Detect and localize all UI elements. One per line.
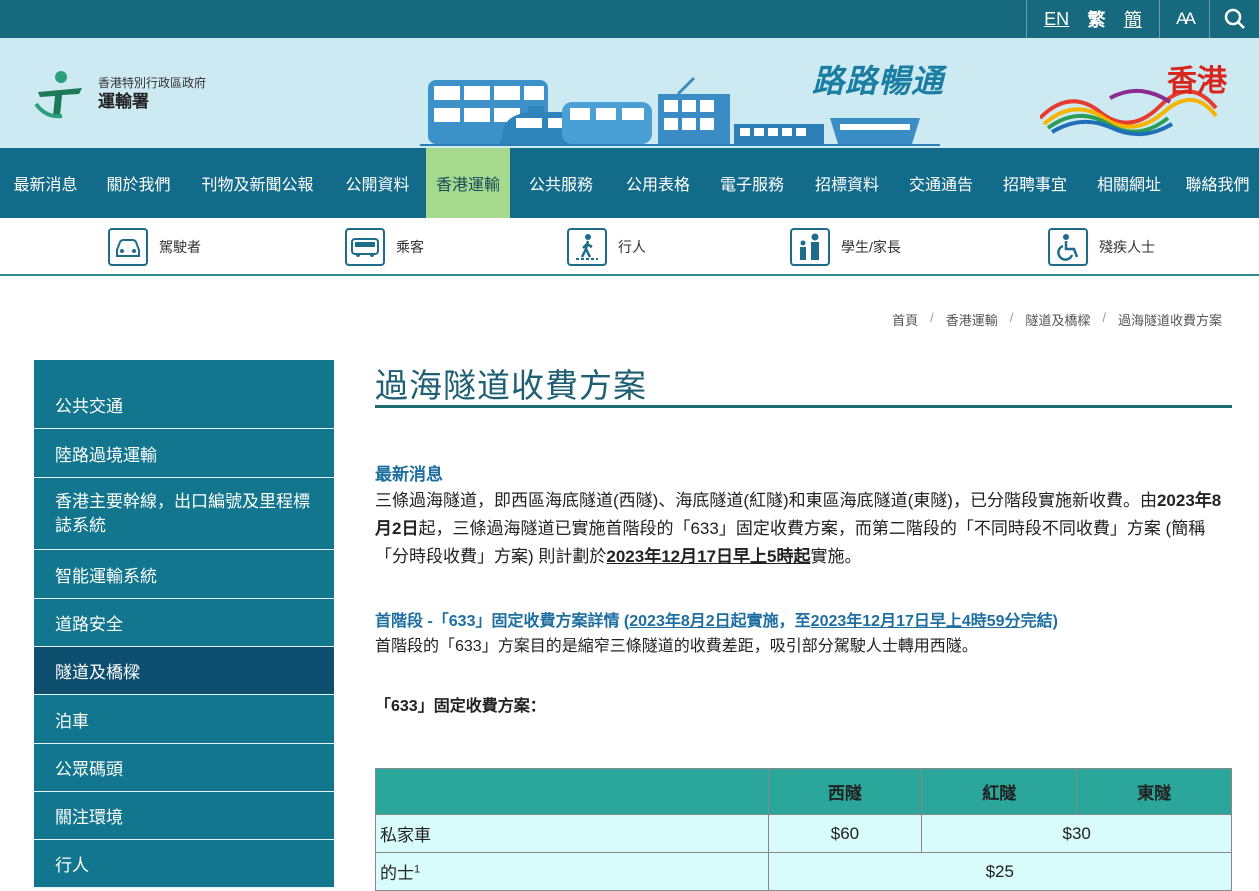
page-title: 過海隧道收費方案 (375, 355, 1232, 408)
audience-students-label: 學生/家長 (841, 239, 901, 255)
sidebar-item-environment[interactable]: 關注環境 (34, 792, 334, 840)
sidebar-item-parking[interactable]: 泊車 (34, 695, 334, 744)
bus-icon (345, 228, 385, 266)
news-date-2: 2023年12月17日早上5時起 (606, 547, 811, 566)
news-text-3: 實施。 (810, 547, 862, 566)
nav-latest-news[interactable]: 最新消息 (0, 148, 91, 218)
sidebar-item-road-safety[interactable]: 道路安全 (34, 599, 334, 647)
vehicle-taxi: 的士1 (375, 852, 769, 891)
latest-news-paragraph: 三條過海隧道，即西區海底隧道(西隧)、海底隧道(紅隧)和東區海底隧道(東隧)，已… (375, 487, 1232, 571)
audience-driver-label: 駕駛者 (159, 239, 201, 255)
stage1-text-a: 首階段 -「633」固定收費方案詳情 ( (375, 613, 630, 630)
search-button[interactable] (1209, 0, 1259, 38)
breadcrumb: 首頁 / 香港運輸 / 隧道及橋樑 / 過海隧道收費方案 (892, 310, 1222, 329)
breadcrumb-home[interactable]: 首頁 (892, 310, 918, 329)
sidebar-item-tunnels-bridges[interactable]: 隧道及橋樑 (34, 647, 334, 695)
audience-pedestrian[interactable]: 行人 (567, 228, 646, 266)
nav-traffic-notices[interactable]: 交通通告 (894, 148, 988, 218)
audience-passenger-label: 乘客 (396, 239, 424, 255)
pedestrian-icon (567, 228, 607, 266)
table-header-eastern: 東隧 (1076, 768, 1232, 815)
toll-western-private-car: $60 (767, 814, 923, 853)
site-banner: 香港特別行政區政府 運輸署 路路暢通 香港 (0, 38, 1259, 148)
vehicle-taxi-label: 的士 (380, 864, 414, 883)
table-header-row: 西隧 紅隧 東隧 (375, 768, 1232, 815)
lang-en-link[interactable]: EN (1044, 9, 1069, 30)
table-header-vehicle (375, 768, 769, 815)
family-icon (790, 228, 830, 266)
main-navigation: 最新消息 關於我們 刊物及新聞公報 公開資料 香港運輸 公共服務 公用表格 電子… (0, 148, 1259, 218)
stage1-text-c: 完結) (1020, 613, 1058, 630)
td-logo-icon (34, 71, 82, 119)
breadcrumb-separator: / (1102, 310, 1106, 325)
stage1-date-end: 2023年12月17日早上4時59分 (810, 613, 1021, 630)
sidebar-item-public-transport[interactable]: 公共交通 (34, 360, 334, 429)
language-switcher: EN 繁 簡 (1026, 0, 1159, 38)
font-size-icon: AA (1176, 9, 1196, 28)
audience-bar: 駕駛者 乘客 行人 學生/家長 殘疾人士 (0, 218, 1259, 276)
audience-students-parents[interactable]: 學生/家長 (790, 228, 901, 266)
sidebar-item-pedestrians[interactable]: 行人 (34, 840, 334, 888)
audience-disabled-label: 殘疾人士 (1099, 239, 1155, 255)
top-utility-bar: EN 繁 簡 AA (0, 0, 1259, 38)
toll-others-private-car: $30 (921, 814, 1232, 853)
lang-tc-current: 繁 (1087, 10, 1106, 30)
sidebar-item-its[interactable]: 智能運輸系統 (34, 550, 334, 599)
td-logo-link[interactable]: 香港特別行政區政府 運輸署 (32, 68, 206, 120)
lang-sc-link[interactable]: 簡 (1124, 6, 1142, 32)
stage1-description: 首階段的「633」方案目的是縮窄三條隧道的收費差距，吸引部分駕駛人士轉用西隧。 (375, 638, 978, 655)
toll-table: 西隧 紅隧 東隧 私家車 $60 $30 的士1 $25 (375, 768, 1233, 891)
breadcrumb-separator: / (930, 310, 934, 325)
font-size-button[interactable]: AA (1159, 0, 1209, 38)
table-header-western: 西隧 (767, 768, 923, 815)
nav-hk-transport[interactable]: 香港運輸 (426, 148, 510, 218)
sidebar-item-public-piers[interactable]: 公眾碼頭 (34, 744, 334, 792)
sidebar-menu: 公共交通 陸路過境運輸 香港主要幹線，出口編號及里程標誌系統 智能運輸系統 道路… (34, 360, 334, 888)
table-row: 的士1 $25 (375, 852, 1233, 891)
latest-news-heading: 最新消息 (375, 465, 443, 484)
audience-passenger[interactable]: 乘客 (345, 228, 424, 266)
stage1-text-b: 起實施，至 (730, 613, 811, 630)
table-header-cross-harbour: 紅隧 (921, 768, 1078, 815)
sidebar-item-cross-boundary[interactable]: 陸路過境運輸 (34, 429, 334, 478)
sidebar-item-major-routes[interactable]: 香港主要幹線，出口編號及里程標誌系統 (34, 478, 334, 550)
audience-disabled[interactable]: 殘疾人士 (1048, 228, 1155, 266)
wheelchair-icon (1048, 228, 1088, 266)
nav-publications[interactable]: 刊物及新聞公報 (186, 148, 329, 218)
government-name: 香港特別行政區政府 (98, 76, 207, 90)
nav-open-data[interactable]: 公開資料 (329, 148, 426, 218)
stage1-heading: 首階段 -「633」固定收費方案詳情 (2023年8月2日起實施，至2023年1… (375, 607, 1232, 631)
breadcrumb-current: 過海隧道收費方案 (1117, 313, 1222, 328)
language-toolbar: EN 繁 簡 AA (1026, 0, 1259, 38)
news-text-1: 三條過海隧道，即西區海底隧道(西隧)、海底隧道(紅隧)和東區海底隧道(東隧)，已… (375, 491, 1157, 510)
taxi-footnote-ref[interactable]: 1 (414, 863, 420, 875)
stage1-date-start: 2023年8月2日 (629, 613, 731, 630)
audience-driver[interactable]: 駕駛者 (108, 228, 201, 266)
nav-public-forms[interactable]: 公用表格 (612, 148, 704, 218)
nav-e-services[interactable]: 電子服務 (704, 148, 800, 218)
brand-hong-kong-text: 香港 (1167, 65, 1227, 98)
breadcrumb-separator: / (1009, 310, 1014, 325)
breadcrumb-hk-transport[interactable]: 香港運輸 (946, 310, 998, 329)
table-row: 私家車 $60 $30 (375, 814, 1232, 853)
breadcrumb-tunnels-bridges[interactable]: 隧道及橋樑 (1025, 310, 1090, 329)
search-icon (1224, 8, 1245, 29)
vehicle-private-car: 私家車 (375, 814, 769, 853)
main-content: 過海隧道收費方案 最新消息 三條過海隧道，即西區海底隧道(西隧)、海底隧道(紅隧… (375, 355, 1232, 721)
audience-pedestrian-label: 行人 (618, 239, 646, 255)
slogan-text: 路路暢通 (812, 63, 945, 99)
nav-related-links[interactable]: 相關網址 (1082, 148, 1176, 218)
car-icon (108, 228, 148, 266)
nav-recruitment[interactable]: 招聘事宜 (988, 148, 1082, 218)
toll-all-taxi: $25 (767, 852, 1233, 891)
nav-about-us[interactable]: 關於我們 (91, 148, 186, 218)
nav-public-services[interactable]: 公共服務 (510, 148, 612, 218)
nav-tenders[interactable]: 招標資料 (800, 148, 894, 218)
scheme-label: 「633」固定收費方案： (375, 698, 546, 715)
nav-contact-us[interactable]: 聯絡我們 (1176, 148, 1259, 218)
department-name: 運輸署 (98, 92, 149, 111)
